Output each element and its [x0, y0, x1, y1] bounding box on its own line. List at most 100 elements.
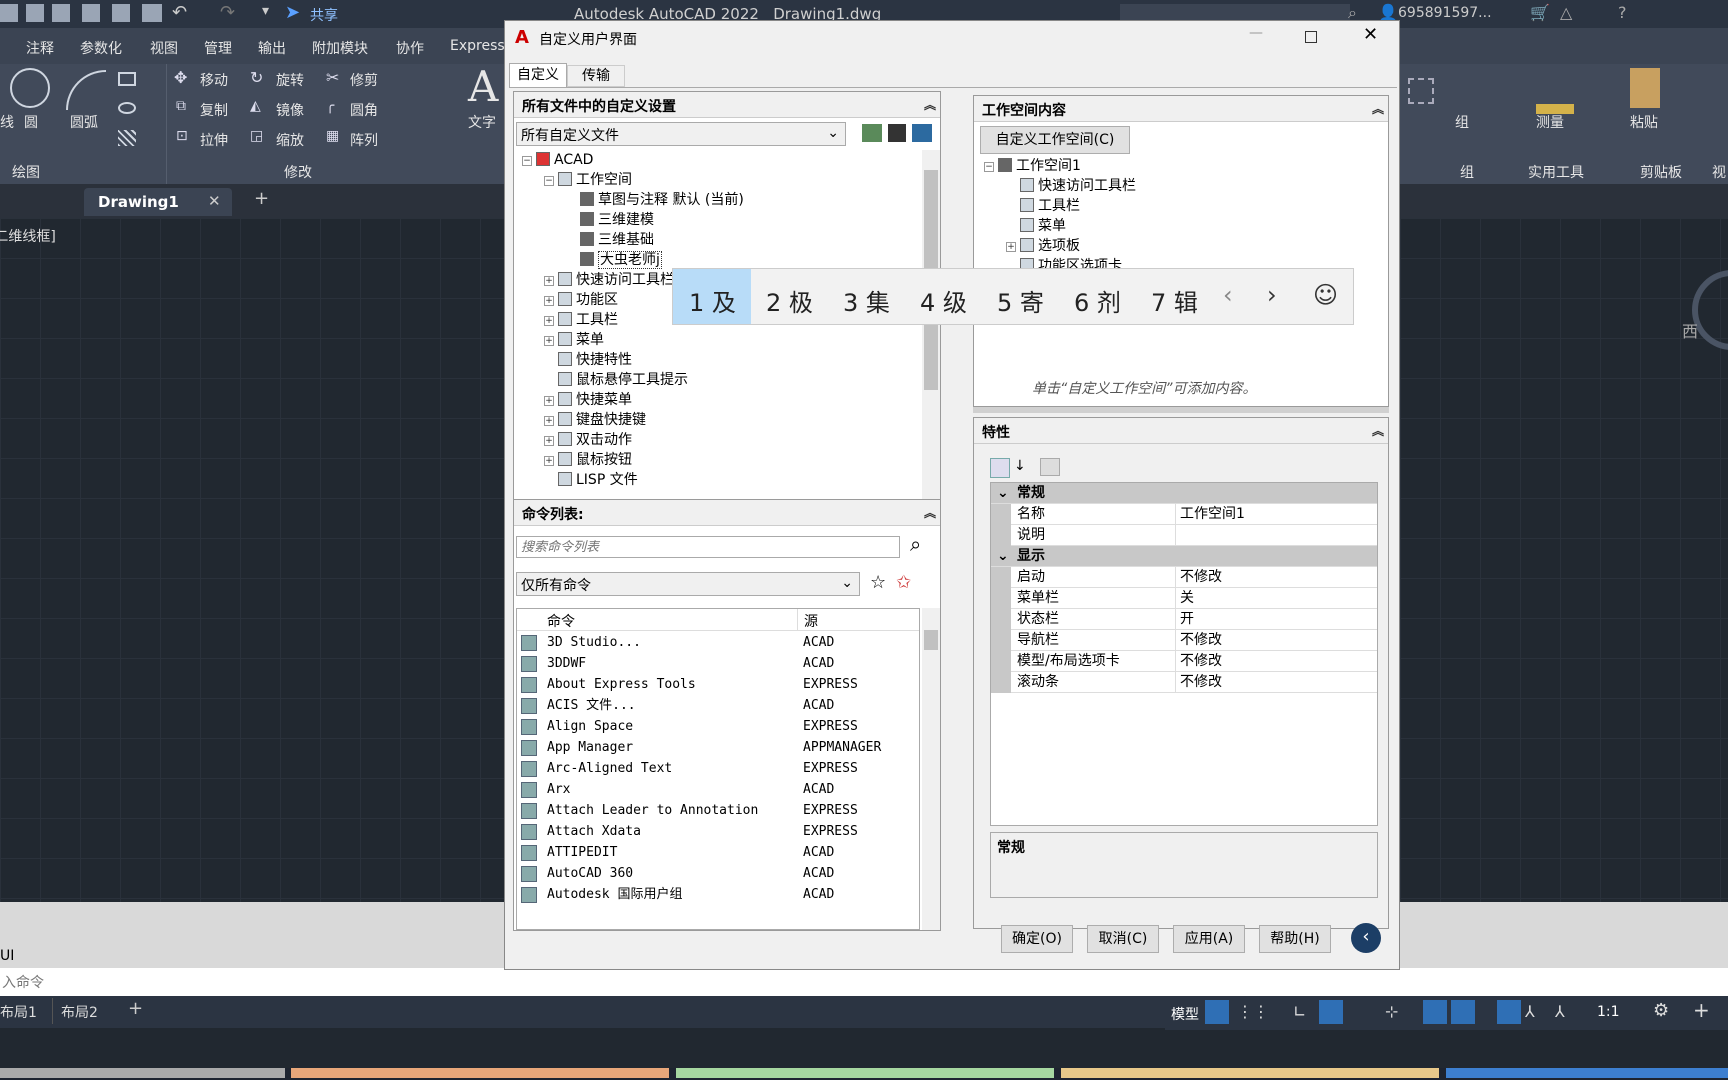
table-row[interactable]: Autodesk 国际用户组 ACAD: [517, 884, 919, 905]
property-value[interactable]: 不修改: [1175, 672, 1377, 693]
tree-item[interactable]: + 菜单: [518, 330, 918, 350]
plot-icon[interactable]: [142, 4, 162, 22]
tab-transfer[interactable]: 传输: [567, 65, 625, 87]
table-row[interactable]: App Manager APPMANAGER: [517, 737, 919, 758]
scale-icon[interactable]: ◲: [250, 128, 263, 144]
utilities-group-label[interactable]: 实用工具: [1528, 162, 1584, 182]
viewport-label[interactable]: [-][俯视][二维线框]: [0, 226, 56, 246]
tree-scrollbar[interactable]: [922, 150, 940, 504]
property-pages-icon[interactable]: [1040, 458, 1060, 476]
help-button[interactable]: 帮助(H): [1259, 925, 1331, 953]
table-row[interactable]: AutoCAD 360 ACAD: [517, 863, 919, 884]
undo-icon[interactable]: ↶: [172, 2, 187, 23]
qat-dropdown-icon[interactable]: ▾: [262, 3, 269, 19]
collapse-icon[interactable]: ︽: [924, 96, 936, 113]
table-row[interactable]: Align Space EXPRESS: [517, 716, 919, 737]
property-value[interactable]: 关: [1175, 588, 1377, 609]
tree-expander-icon[interactable]: +: [544, 436, 554, 446]
minimize-icon[interactable]: —: [1249, 25, 1263, 41]
property-row[interactable]: 滚动条 不修改: [991, 672, 1377, 693]
table-row[interactable]: Arc-Aligned Text EXPRESS: [517, 758, 919, 779]
tree-item[interactable]: + 选项板: [980, 236, 1384, 256]
command-input[interactable]: 入命令: [0, 968, 1728, 996]
trim-icon[interactable]: ✂: [326, 68, 339, 87]
layout-tab-1[interactable]: 布局1: [0, 998, 44, 1024]
share-icon[interactable]: ➤: [285, 2, 300, 23]
tree-item[interactable]: + 鼠标按钮: [518, 450, 918, 470]
tree-expander-icon[interactable]: +: [544, 336, 554, 346]
tree-item[interactable]: 草图与注释 默认 (当前): [518, 190, 918, 210]
chevron-down-icon[interactable]: ⌄: [997, 546, 1009, 566]
grid-icon[interactable]: [1205, 1000, 1229, 1024]
clipboard-group-label[interactable]: 剪贴板: [1640, 162, 1682, 182]
measure-button[interactable]: 测量: [1536, 112, 1564, 132]
tree-item[interactable]: − 工作空间1: [980, 156, 1384, 176]
group-group-label[interactable]: 组: [1460, 162, 1474, 182]
circle-label[interactable]: 圆: [24, 112, 38, 132]
table-row[interactable]: 3DDWF ACAD: [517, 653, 919, 674]
categorized-icon[interactable]: [990, 458, 1010, 478]
ok-button[interactable]: 确定(O): [1001, 925, 1073, 953]
ribbon-tab-output[interactable]: 输出: [258, 38, 286, 58]
tree-expander-icon[interactable]: +: [544, 396, 554, 406]
panel-splitter[interactable]: [973, 407, 1389, 413]
property-row[interactable]: 名称 工作空间1: [991, 504, 1377, 525]
rotate-button[interactable]: 旋转: [276, 70, 304, 90]
mirror-icon[interactable]: ◭: [250, 98, 261, 114]
table-row[interactable]: ATTIPEDIT ACAD: [517, 842, 919, 863]
property-row[interactable]: 模型/布局选项卡 不修改: [991, 651, 1377, 672]
property-row[interactable]: 状态栏 开: [991, 609, 1377, 630]
ribbon-tab-addins[interactable]: 附加模块: [312, 38, 368, 58]
annotation-visibility-icon[interactable]: [1497, 1000, 1521, 1024]
text-icon[interactable]: A: [468, 62, 498, 111]
draw-group-label[interactable]: 绘图: [12, 162, 40, 182]
property-value[interactable]: 工作空间1: [1175, 504, 1377, 525]
tree-expander-icon[interactable]: +: [544, 416, 554, 426]
table-row[interactable]: Arx ACAD: [517, 779, 919, 800]
line-label[interactable]: 线: [0, 112, 14, 132]
collapse-icon[interactable]: ︽: [1372, 100, 1384, 117]
property-value[interactable]: 不修改: [1175, 651, 1377, 672]
ime-emoji-icon[interactable]: ☺: [1313, 281, 1338, 309]
ime-candidate[interactable]: 5 寄: [997, 283, 1044, 318]
tree-item[interactable]: 快速访问工具栏: [980, 176, 1384, 196]
tree-item[interactable]: 工具栏: [980, 196, 1384, 216]
add-status-icon[interactable]: +: [1693, 998, 1710, 1022]
modify-group-label[interactable]: 修改: [284, 162, 312, 182]
snap-icon[interactable]: ⋮⋮: [1237, 1002, 1269, 1021]
move-button[interactable]: 移动: [200, 70, 228, 90]
ribbon-tab-collaborate[interactable]: 协作: [396, 38, 424, 58]
tree-item[interactable]: − 工作空间: [518, 170, 918, 190]
close-icon[interactable]: ✕: [1363, 24, 1378, 45]
ime-candidate[interactable]: 2 极: [766, 283, 813, 318]
autodesk-app-icon[interactable]: △: [1560, 3, 1572, 22]
add-layout-icon[interactable]: +: [128, 998, 143, 1019]
tree-item[interactable]: 三维建模: [518, 210, 918, 230]
tree-item[interactable]: + 键盘快捷键: [518, 410, 918, 430]
tree-item[interactable]: 鼠标悬停工具提示: [518, 370, 918, 390]
group-button[interactable]: 组: [1455, 112, 1469, 132]
hatch-icon[interactable]: [118, 130, 136, 146]
circle-icon[interactable]: [10, 68, 50, 108]
command-search-input[interactable]: [516, 536, 900, 558]
property-category[interactable]: ⌄ 常规: [991, 483, 1377, 504]
cart-icon[interactable]: 🛒: [1530, 3, 1550, 22]
search-icon[interactable]: ⌕: [910, 532, 921, 556]
customize-workspace-button[interactable]: 自定义工作空间(C): [980, 126, 1130, 154]
view-group-label[interactable]: 视: [1712, 162, 1726, 182]
open-file-icon[interactable]: [862, 124, 882, 142]
property-category[interactable]: ⌄ 显示: [991, 546, 1377, 567]
maximize-icon[interactable]: [1305, 31, 1317, 43]
copy-icon[interactable]: ⧉: [176, 98, 186, 114]
ime-next-icon[interactable]: ›: [1267, 281, 1277, 309]
customization-file-select[interactable]: 所有自定义文件 ⌄: [516, 122, 846, 146]
partial-file-icon[interactable]: [912, 124, 932, 142]
property-value[interactable]: 不修改: [1175, 630, 1377, 651]
tree-item[interactable]: 三维基础: [518, 230, 918, 250]
collapse-dialog-icon[interactable]: ‹: [1351, 923, 1381, 953]
settings-gear-icon[interactable]: ⚙: [1653, 1000, 1669, 1021]
tree-item[interactable]: LISP 文件: [518, 470, 918, 490]
export-icon[interactable]: [112, 4, 130, 22]
tree-expander-icon[interactable]: +: [544, 456, 554, 466]
publish-icon[interactable]: [82, 4, 100, 22]
